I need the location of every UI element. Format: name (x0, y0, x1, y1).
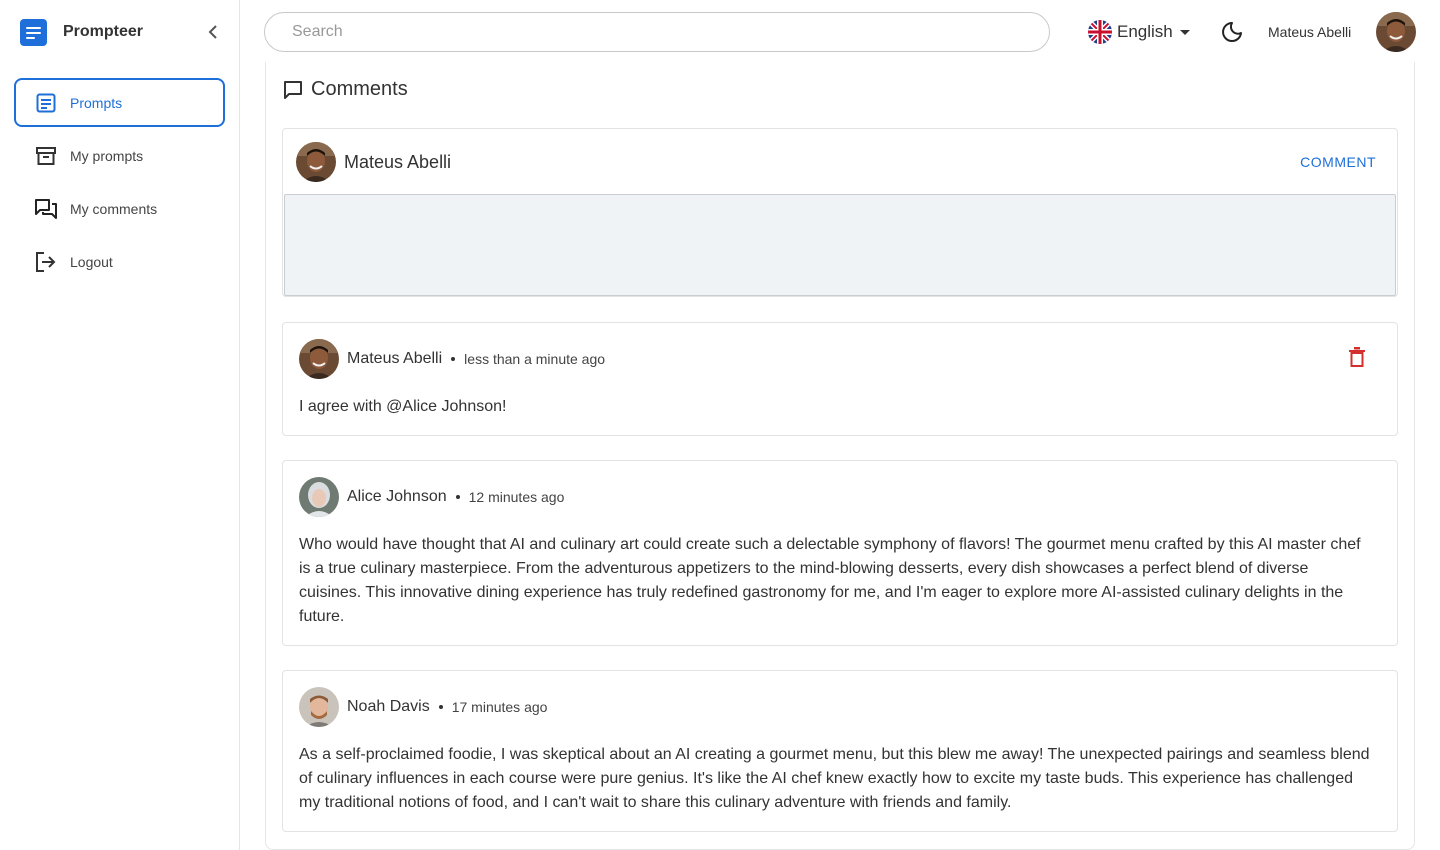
brand[interactable]: Prompteer (20, 18, 144, 46)
sidebar-item-label: My prompts (70, 147, 144, 164)
comment-composer: Mateus Abelli COMMENT (282, 128, 1398, 297)
sidebar-item-prompts[interactable]: Prompts (14, 78, 225, 127)
uk-flag-icon (1088, 20, 1112, 44)
comments-heading: Comments (283, 78, 408, 101)
caret-down-icon (1179, 29, 1190, 35)
comments-icon (34, 197, 58, 221)
comment-time: 12 minutes ago (468, 489, 565, 505)
sidebar-item-label: Prompts (70, 94, 123, 111)
separator-dot (451, 357, 456, 361)
collapse-sidebar-button[interactable] (203, 22, 223, 42)
delete-comment-button[interactable] (1349, 347, 1369, 369)
separator-dot (455, 495, 460, 499)
comment-button[interactable]: COMMENT (1300, 154, 1376, 170)
comment-card: Mateus Abelli less than a minute ago I a… (282, 322, 1398, 436)
brand-name: Prompteer (63, 23, 144, 40)
chevron-left-icon (208, 25, 217, 39)
composer-header: Mateus Abelli (296, 142, 451, 182)
comment-text: Who would have thought that AI and culin… (299, 536, 1361, 625)
comment-card: Noah Davis 17 minutes ago As a self-proc… (282, 670, 1398, 832)
comment-header: Alice Johnson 12 minutes ago (299, 477, 564, 517)
sidebar-item-my-prompts[interactable]: My prompts (14, 131, 225, 180)
logout-icon (34, 250, 58, 274)
composer-author: Mateus Abelli (344, 151, 452, 172)
prompteer-logo-icon (20, 18, 47, 46)
comment-time: 17 minutes ago (451, 699, 548, 715)
comment-author[interactable]: Alice Johnson (347, 488, 447, 506)
sidebar-nav: Prompts My prompts My comments Logout (14, 78, 225, 290)
comment-header: Noah Davis 17 minutes ago (299, 687, 547, 727)
avatar (299, 687, 339, 727)
comment-author[interactable]: Noah Davis (347, 698, 430, 716)
sidebar-item-label: My comments (70, 200, 158, 217)
sidebar-item-logout[interactable]: Logout (14, 237, 225, 286)
user-avatar[interactable] (1376, 12, 1416, 52)
comments-title: Comments (311, 78, 408, 100)
comment-text: I agree with @Alice Johnson! (299, 398, 507, 415)
comment-icon (283, 80, 303, 100)
comment-time: less than a minute ago (464, 351, 606, 367)
trash-icon (1349, 347, 1365, 367)
sidebar: Prompteer Prompts My prompts My comments (0, 0, 240, 850)
comment-card: Alice Johnson 12 minutes ago Who would h… (282, 460, 1398, 646)
sidebar-item-label: Logout (70, 253, 113, 270)
avatar (296, 142, 336, 182)
avatar (299, 339, 339, 379)
comment-text: As a self-proclaimed foodie, I was skept… (299, 746, 1370, 811)
language-selector[interactable]: English (1088, 20, 1190, 44)
archive-icon (34, 144, 58, 168)
comment-textarea[interactable] (284, 194, 1396, 296)
theme-toggle-button[interactable] (1220, 20, 1244, 44)
comment-header: Mateus Abelli less than a minute ago (299, 339, 605, 379)
prompts-icon (34, 91, 58, 115)
search-input[interactable] (264, 12, 1050, 52)
comment-author[interactable]: Mateus Abelli (347, 350, 442, 368)
header-user-name: Mateus Abelli (1268, 24, 1352, 40)
sidebar-item-my-comments[interactable]: My comments (14, 184, 225, 233)
language-label: English (1117, 22, 1173, 41)
moon-icon (1222, 22, 1242, 42)
separator-dot (438, 705, 443, 709)
avatar (299, 477, 339, 517)
